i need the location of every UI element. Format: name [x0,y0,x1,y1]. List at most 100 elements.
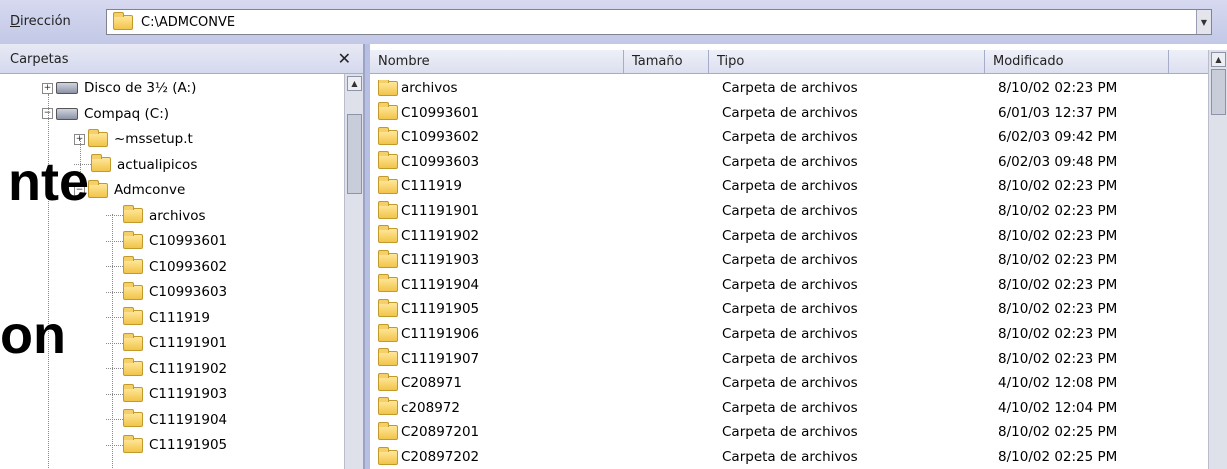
folder-icon [123,256,143,274]
tree-item-label: C11191901 [149,335,228,351]
file-list-scrollbar[interactable]: ▲ [1208,50,1227,469]
tree-item-label: C10993601 [149,233,228,249]
file-modified-cell: 6/02/03 09:42 PM [998,129,1118,146]
table-row[interactable]: C11191906 Carpeta de archivos 8/10/02 02:2… [370,322,1208,347]
folders-scrollbar[interactable]: ▲ [344,74,363,469]
overlay-text-2: on [0,305,66,365]
file-name: C11191907 [401,350,480,367]
tree-item-label: C11191905 [149,437,228,453]
tree-item[interactable]: C10993601 [106,229,227,253]
folder-icon [378,421,398,440]
file-name-cell: C11191907 [378,348,480,367]
table-row[interactable]: C10993601 Carpeta de archivos 6/01/03 12:3… [370,101,1208,126]
scroll-up-button[interactable]: ▲ [1211,52,1226,67]
tree-item[interactable]: C11191903 [106,382,227,406]
file-list-header: Nombre Tamaño Tipo Modificado [370,50,1208,74]
file-name: C20897202 [401,449,480,465]
table-row[interactable]: C11191901 Carpeta de archivos 8/10/02 02:2… [370,199,1208,224]
table-row[interactable]: archivos Carpeta de archivos 8/10/02 02:23… [370,80,1208,101]
file-type-cell: Carpeta de archivos [722,252,858,269]
folder-icon [123,307,143,325]
column-header-type[interactable]: Tipo [709,50,985,74]
tree-connector [106,266,123,267]
folder-icon [123,434,143,453]
file-name-cell: C11191904 [378,274,480,293]
folder-icon [378,323,398,342]
file-name: C11191901 [401,203,480,219]
folder-icon [378,225,398,244]
address-dropdown-button[interactable]: ▼ [1196,10,1211,34]
folder-icon [113,11,133,30]
scroll-thumb[interactable] [347,114,362,194]
tree-connector [106,419,123,420]
overlay-text-1: nte [8,152,89,212]
file-modified-cell: 6/02/03 09:48 PM [998,153,1118,170]
table-row[interactable]: C11191902 Carpeta de archivos 8/10/02 02:2… [370,224,1208,249]
table-row[interactable]: C10993603 Carpeta de archivos 6/02/03 09:4… [370,150,1208,175]
close-icon[interactable]: ✕ [338,49,351,68]
tree-item[interactable]: − Admconve [74,178,185,202]
file-type-cell: Carpeta de archivos [722,276,858,293]
file-name: C11191904 [401,276,480,293]
tree-item[interactable]: C11191902 [106,357,227,381]
address-input[interactable]: C:\ADMCONVE ▼ [106,9,1212,35]
tree-item[interactable]: C11191901 [106,331,227,355]
file-modified-cell: 8/10/02 02:23 PM [998,276,1118,293]
file-name-cell: C11191903 [378,249,480,269]
scroll-up-button[interactable]: ▲ [347,76,362,91]
file-name: C11191903 [401,252,480,269]
column-header-name[interactable]: Nombre [370,50,624,74]
folder-icon [123,230,143,249]
table-row[interactable]: C208971 Carpeta de archivos 4/10/02 12:08 … [370,371,1208,396]
folders-header: Carpetas ✕ [0,44,363,74]
table-row[interactable]: C111919 Carpeta de archivos 8/10/02 02:23 … [370,174,1208,199]
file-type-cell: Carpeta de archivos [722,153,858,170]
table-row[interactable]: C11191903 Carpeta de archivos 8/10/02 02:2… [370,248,1208,273]
column-header-modified[interactable]: Modificado [985,50,1169,74]
file-name: C10993601 [401,104,480,121]
table-row[interactable]: C11191905 Carpeta de archivos 8/10/02 02:2… [370,297,1208,322]
file-name: C11191906 [401,326,480,342]
table-row[interactable]: C10993602 Carpeta de archivos 6/02/03 09:4… [370,125,1208,150]
address-bar: Dirección C:\ADMCONVE ▼ [0,0,1227,44]
tree-item[interactable]: actualipicos [74,153,197,177]
scroll-thumb[interactable] [1211,69,1226,115]
tree-item[interactable]: C11191905 [106,433,227,457]
file-type-cell: Carpeta de archivos [722,129,858,146]
tree-connector [106,342,123,344]
column-header-size[interactable]: Tamaño [624,50,709,74]
folder-icon [378,249,398,268]
tree-item[interactable]: C10993602 [106,255,227,279]
tree-item-label: Admconve [114,182,186,198]
file-name-cell: archivos [378,80,458,96]
folder-icon [123,332,143,351]
tree-item-label: C111919 [149,309,210,326]
file-name: archivos [401,80,458,96]
expand-icon[interactable]: + [42,82,53,94]
folder-icon [123,409,143,427]
file-name-cell: C208971 [378,372,462,391]
folder-icon [88,128,108,147]
tree-item[interactable]: + Disco de 3½ (A:) [42,76,196,100]
folders-title: Carpetas [10,52,69,67]
file-modified-cell: 8/10/02 02:23 PM [998,178,1118,195]
tree-item[interactable]: C11191904 [106,408,227,432]
file-name: C11191902 [401,227,480,244]
tree-item[interactable]: archivos [106,204,206,228]
tree-item-label: C11191902 [149,360,228,377]
tree-item[interactable]: + ~mssetup.t [74,127,193,151]
tree-item[interactable]: C10993603 [106,280,227,304]
table-row[interactable]: C20897201 Carpeta de archivos 8/10/02 02:2… [370,420,1208,445]
tree-item-label: C11191904 [149,411,228,428]
tree-item[interactable]: − Compaq (C:) [42,102,169,126]
table-row[interactable]: C11191907 Carpeta de archivos 8/10/02 02:2… [370,347,1208,372]
file-type-cell: Carpeta de archivos [722,301,858,318]
table-row[interactable]: c208972 Carpeta de archivos 4/10/02 12:04 … [370,396,1208,421]
floppy-drive-icon [56,82,78,94]
file-type-cell: Carpeta de archivos [722,375,858,392]
file-modified-cell: 8/10/02 02:23 PM [998,203,1118,219]
file-type-cell: Carpeta de archivos [722,80,858,96]
table-row[interactable]: C11191904 Carpeta de archivos 8/10/02 02:2… [370,273,1208,298]
table-row[interactable]: C20897202 Carpeta de archivos 8/10/02 02:2… [370,445,1208,469]
tree-item[interactable]: C111919 [106,306,210,330]
